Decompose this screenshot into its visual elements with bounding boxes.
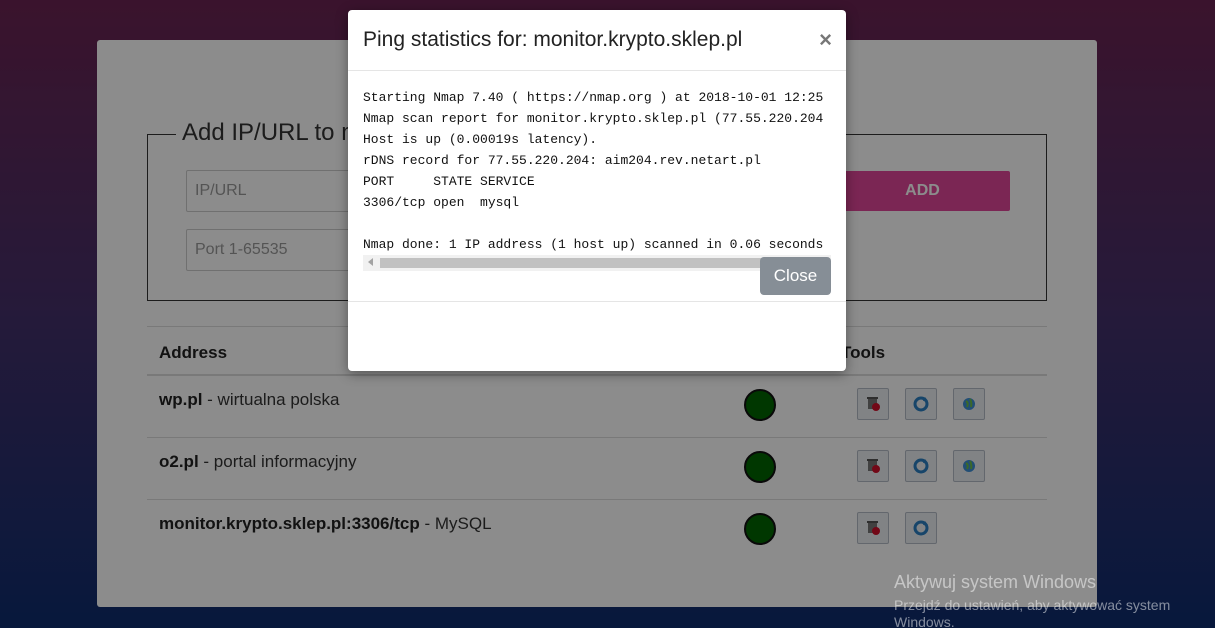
output-line: Starting Nmap 7.40 ( https://nmap.org ) … [363, 90, 824, 105]
windows-activation-watermark: Aktywuj system Windows Przejdź do ustawi… [894, 572, 1194, 628]
modal-title: Ping statistics for: monitor.krypto.skle… [363, 28, 743, 51]
output-line: 3306/tcp open mysql [363, 195, 520, 210]
nmap-output: Starting Nmap 7.40 ( https://nmap.org ) … [363, 87, 831, 255]
output-line: Nmap done: 1 IP address (1 host up) scan… [363, 237, 824, 252]
modal-close-icon[interactable]: × [819, 27, 832, 53]
output-line: PORT STATE SERVICE [363, 174, 535, 189]
output-line: rDNS record for 77.55.220.204: aim204.re… [363, 153, 761, 168]
modal-header: Ping statistics for: monitor.krypto.skle… [348, 10, 846, 71]
ping-stats-modal: Ping statistics for: monitor.krypto.skle… [348, 10, 846, 371]
scroll-left-icon[interactable] [368, 258, 373, 266]
watermark-subtitle: Przejdź do ustawień, aby aktywować syste… [894, 597, 1171, 628]
scrollbar-thumb[interactable] [380, 258, 780, 268]
close-button[interactable]: Close [760, 257, 831, 295]
output-line: Nmap scan report for monitor.krypto.skle… [363, 111, 824, 126]
watermark-title: Aktywuj system Windows [894, 572, 1097, 592]
output-line: Host is up (0.00019s latency). [363, 132, 598, 147]
